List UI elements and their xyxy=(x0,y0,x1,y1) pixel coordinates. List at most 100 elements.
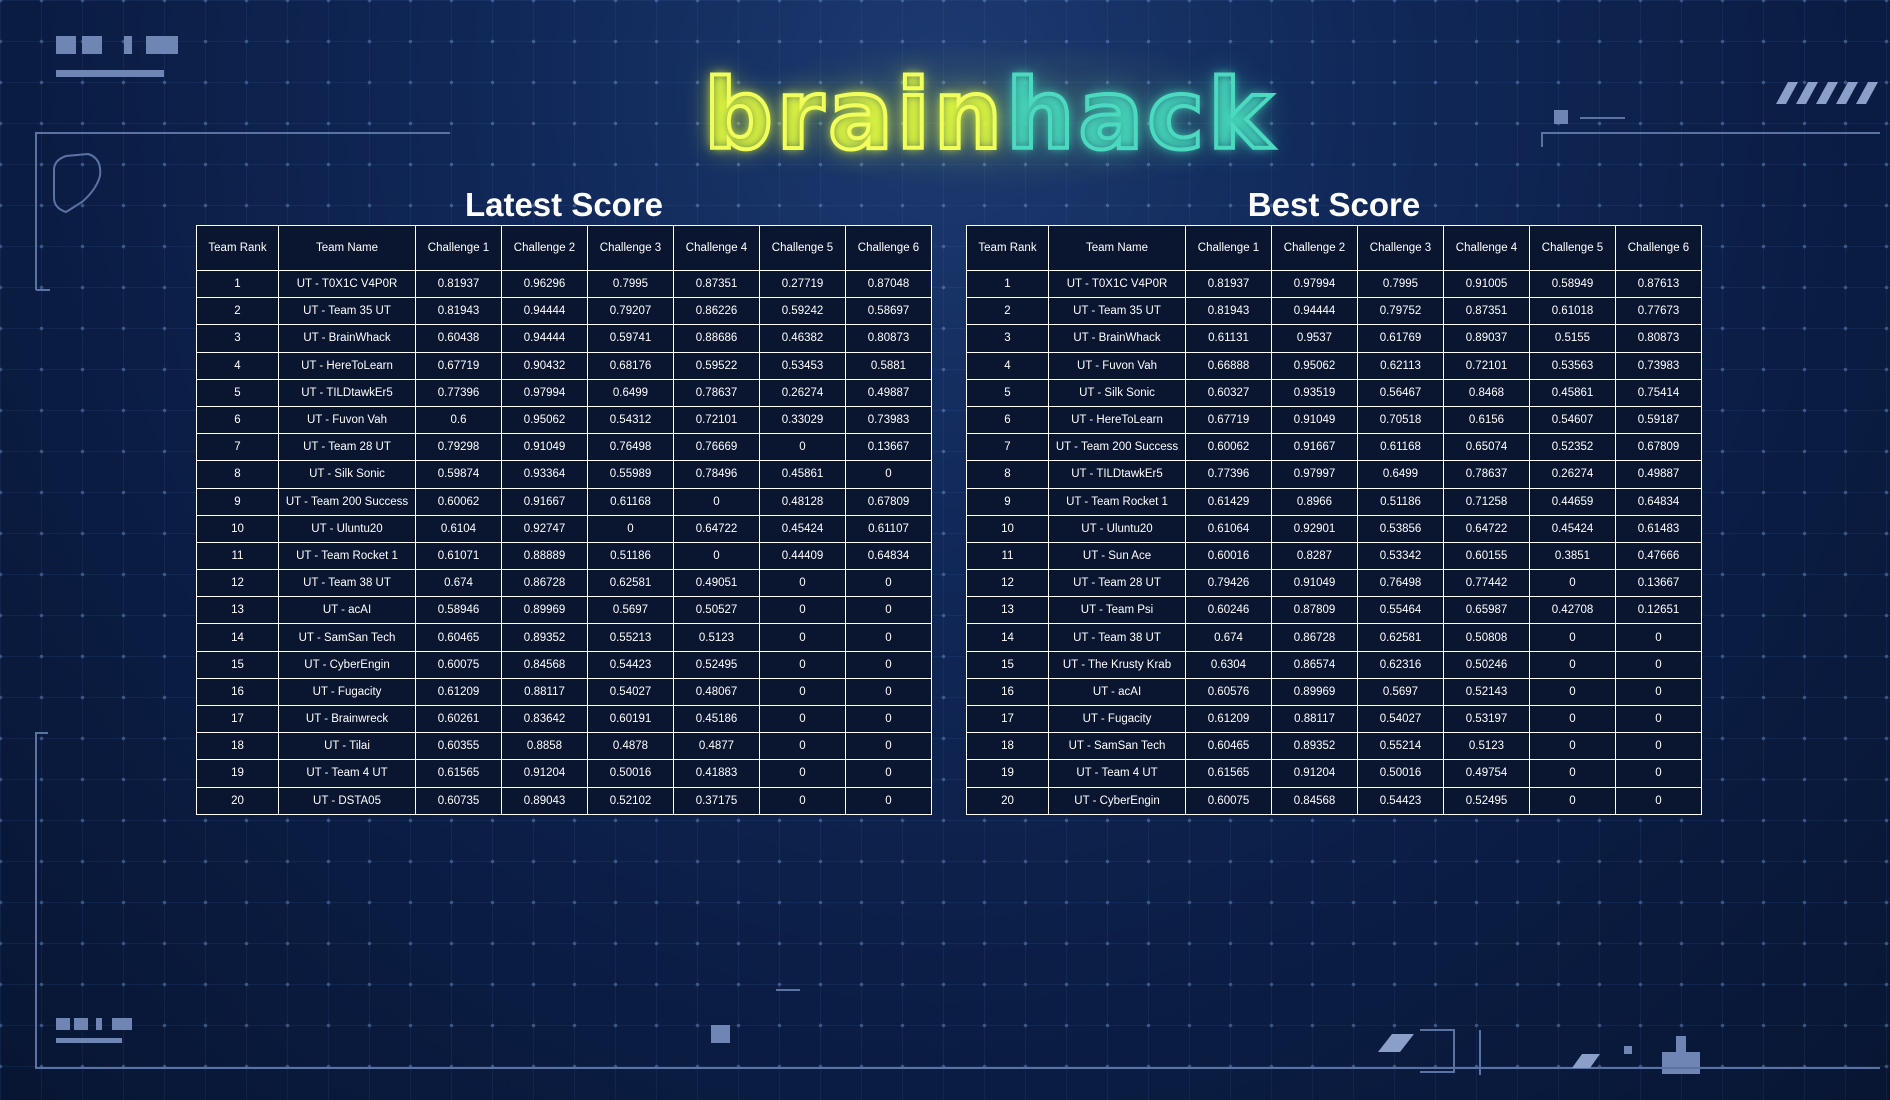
team-name-cell: UT - Team 35 UT xyxy=(278,297,416,326)
challenge-4-cell: 0.4877 xyxy=(673,732,760,761)
table-row: 5 UT - TILDtawkEr5 0.77396 0.97994 0.6499 0.7… xyxy=(196,378,932,407)
team-name-cell: UT - Tilai xyxy=(278,732,416,761)
challenge-5-cell: 0.45424 xyxy=(759,514,846,543)
team-rank-cell: 1 xyxy=(196,269,279,299)
team-name-cell: UT - Team 4 UT xyxy=(1048,759,1186,788)
challenge-3-cell: 0.54312 xyxy=(587,405,674,435)
challenge-6-cell: 0.12651 xyxy=(1615,596,1702,625)
challenge-6-cell: 0.59187 xyxy=(1615,405,1702,435)
team-name-cell: UT - Uluntu20 xyxy=(1048,514,1186,543)
challenge-5-cell: 0.33029 xyxy=(759,405,846,435)
team-name-cell: UT - Sun Ace xyxy=(1048,541,1186,571)
challenge-4-cell: 0.5123 xyxy=(1443,732,1530,761)
team-name-cell: UT - T0X1C V4P0R xyxy=(1048,269,1186,299)
challenge-6-cell: 0.67809 xyxy=(845,487,932,516)
challenge-3-cell: 0.50016 xyxy=(1357,759,1444,788)
team-name-cell: UT - T0X1C V4P0R xyxy=(278,269,416,299)
table-row: 10 UT - Uluntu20 0.61064 0.92901 0.53856 0.64… xyxy=(966,514,1702,543)
challenge-6-cell: 0.87613 xyxy=(1615,269,1702,299)
team-rank-cell: 13 xyxy=(966,596,1049,625)
challenge-4-cell: 0.5123 xyxy=(673,623,760,652)
challenge-4-cell: 0.49051 xyxy=(673,569,760,598)
table-row: 20 UT - DSTA05 0.60735 0.89043 0.52102 0.3717… xyxy=(196,786,932,815)
team-rank-cell: 8 xyxy=(196,460,279,489)
challenge-4-cell: 0.65987 xyxy=(1443,596,1530,625)
team-rank-cell: 19 xyxy=(966,759,1049,788)
team-rank-cell: 17 xyxy=(196,704,279,734)
team-rank-cell: 14 xyxy=(966,623,1049,652)
challenge-5-cell: 0.3851 xyxy=(1529,541,1616,571)
team-rank-cell: 11 xyxy=(196,541,279,571)
best-score-table: Team Rank Team Name Challenge 1 Challeng… xyxy=(966,225,1702,815)
challenge-5-cell: 0.27719 xyxy=(759,269,846,299)
challenge-5-cell: 0 xyxy=(759,759,846,788)
challenge-6-cell: 0.5881 xyxy=(845,351,932,380)
challenge-2-cell: 0.96296 xyxy=(501,269,588,299)
challenge-5-cell: 0.44659 xyxy=(1529,487,1616,516)
challenge-5-cell: 0.53563 xyxy=(1529,351,1616,380)
challenge-6-cell: 0 xyxy=(845,569,932,598)
challenge-2-cell: 0.91204 xyxy=(501,759,588,788)
challenge-2-cell: 0.92901 xyxy=(1271,514,1358,543)
challenge-2-cell: 0.89043 xyxy=(501,786,588,815)
challenge-1-cell: 0.60016 xyxy=(1185,541,1272,571)
challenge-1-cell: 0.61565 xyxy=(415,759,502,788)
team-name-cell: UT - Fuvon Vah xyxy=(1048,351,1186,380)
challenge-5-cell: 0 xyxy=(759,569,846,598)
challenge-6-cell: 0 xyxy=(1615,650,1702,679)
challenge-4-cell: 0.89037 xyxy=(1443,324,1530,353)
challenge-5-cell: 0.44409 xyxy=(759,541,846,571)
header-challenge-2: Challenge 2 xyxy=(1271,225,1358,271)
challenge-3-cell: 0.55464 xyxy=(1357,596,1444,625)
challenge-2-cell: 0.92747 xyxy=(501,514,588,543)
challenge-1-cell: 0.67719 xyxy=(1185,405,1272,435)
challenge-5-cell: 0.42708 xyxy=(1529,596,1616,625)
challenge-6-cell: 0 xyxy=(1615,623,1702,652)
latest-score-panel: Latest Score Team Rank Team Name Challen… xyxy=(196,185,932,815)
challenge-5-cell: 0.54607 xyxy=(1529,405,1616,435)
challenge-6-cell: 0 xyxy=(1615,786,1702,815)
team-rank-cell: 1 xyxy=(966,269,1049,299)
challenge-4-cell: 0.53197 xyxy=(1443,704,1530,734)
table-row: 5 UT - Silk Sonic 0.60327 0.93519 0.56467 0.8… xyxy=(966,378,1702,407)
challenge-3-cell: 0.51186 xyxy=(587,541,674,571)
team-name-cell: UT - CyberEngin xyxy=(278,650,416,679)
challenge-3-cell: 0.7995 xyxy=(1357,269,1444,299)
team-name-cell: UT - Team 200 Success xyxy=(1048,433,1186,462)
team-rank-cell: 12 xyxy=(966,569,1049,598)
challenge-6-cell: 0 xyxy=(1615,677,1702,707)
table-row: 13 UT - Team Psi 0.60246 0.87809 0.55464 0.65… xyxy=(966,596,1702,625)
challenge-5-cell: 0 xyxy=(759,704,846,734)
challenge-6-cell: 0.73983 xyxy=(845,405,932,435)
team-name-cell: UT - DSTA05 xyxy=(278,786,416,815)
challenge-5-cell: 0 xyxy=(1529,704,1616,734)
table-row: 3 UT - BrainWhack 0.60438 0.94444 0.59741 0.8… xyxy=(196,324,932,353)
challenge-6-cell: 0 xyxy=(1615,704,1702,734)
team-rank-cell: 5 xyxy=(966,378,1049,407)
team-name-cell: UT - Team Rocket 1 xyxy=(1048,487,1186,516)
challenge-2-cell: 0.89969 xyxy=(501,596,588,625)
table-header-row: Team Rank Team Name Challenge 1 Challeng… xyxy=(966,225,1702,271)
challenge-3-cell: 0.51186 xyxy=(1357,487,1444,516)
challenge-1-cell: 0.61565 xyxy=(1185,759,1272,788)
team-rank-cell: 16 xyxy=(196,677,279,707)
table-row: 13 UT - acAI 0.58946 0.89969 0.5697 0.50527 0 0 xyxy=(196,596,932,625)
table-row: 11 UT - Sun Ace 0.60016 0.8287 0.53342 0.6015… xyxy=(966,541,1702,571)
challenge-6-cell: 0.77673 xyxy=(1615,297,1702,326)
team-rank-cell: 7 xyxy=(966,433,1049,462)
logo-brain-text: brain xyxy=(702,58,1007,172)
challenge-6-cell: 0.80873 xyxy=(845,324,932,353)
team-rank-cell: 2 xyxy=(966,297,1049,326)
challenge-3-cell: 0.7995 xyxy=(587,269,674,299)
table-row: 16 UT - acAI 0.60576 0.89969 0.5697 0.52143 0 0 xyxy=(966,677,1702,707)
challenge-5-cell: 0 xyxy=(759,650,846,679)
challenge-3-cell: 0.53856 xyxy=(1357,514,1444,543)
challenge-4-cell: 0.72101 xyxy=(1443,351,1530,380)
best-score-panel: Best Score Team Rank Team Name Challenge… xyxy=(966,185,1702,815)
challenge-6-cell: 0.49887 xyxy=(845,378,932,407)
challenge-4-cell: 0 xyxy=(673,541,760,571)
challenge-1-cell: 0.81937 xyxy=(1185,269,1272,299)
challenge-4-cell: 0.52495 xyxy=(673,650,760,679)
challenge-4-cell: 0.76669 xyxy=(673,433,760,462)
challenge-6-cell: 0 xyxy=(845,677,932,707)
